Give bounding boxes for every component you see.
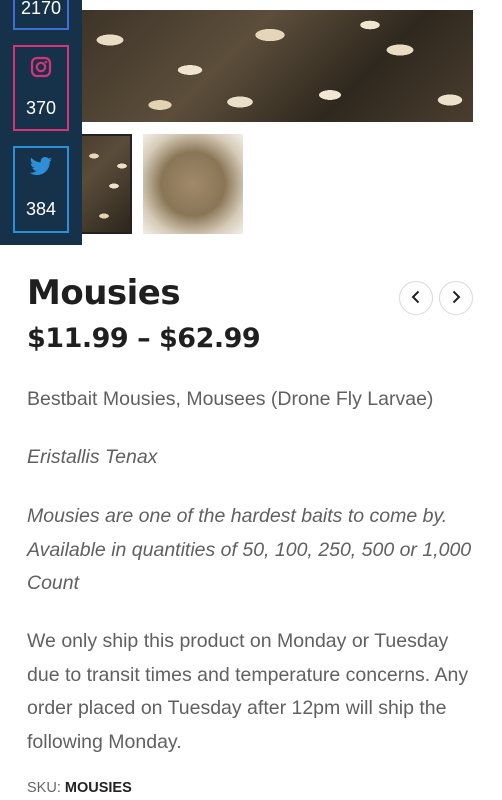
- chevron-left-icon: [410, 289, 422, 308]
- twitter-share-count: 384: [25, 199, 57, 219]
- instagram-share-count: 370: [25, 98, 57, 118]
- product-description-line: Bestbait Mousies, Mousees (Drone Fly Lar…: [27, 388, 434, 410]
- product-title: Mousies: [27, 273, 181, 313]
- facebook-share-count: 2170: [20, 0, 62, 18]
- facebook-share-button[interactable]: 2170: [13, 0, 69, 30]
- product-availability-note: Mousies are one of the hardest baits to …: [27, 505, 472, 594]
- product-sku: SKU: MOUSIES: [27, 780, 132, 796]
- sku-value: MOUSIES: [64, 780, 132, 796]
- instagram-icon: [30, 56, 52, 82]
- sku-label: SKU:: [27, 780, 61, 796]
- social-share-sidebar: 2170 370 384: [0, 0, 82, 245]
- twitter-share-button[interactable]: 384: [13, 146, 69, 233]
- product-price: $11.99 – $62.99: [27, 323, 261, 354]
- next-product-button[interactable]: [439, 281, 473, 315]
- twitter-icon: [29, 157, 53, 181]
- product-scientific-name: Eristallis Tenax: [27, 446, 158, 468]
- chevron-right-icon: [450, 289, 462, 308]
- product-main-image[interactable]: [70, 10, 473, 122]
- product-shipping-note: We only ship this product on Monday or T…: [27, 630, 469, 753]
- previous-product-button[interactable]: [399, 281, 433, 315]
- product-thumbnail-2[interactable]: [143, 134, 243, 234]
- instagram-share-button[interactable]: 370: [13, 45, 69, 131]
